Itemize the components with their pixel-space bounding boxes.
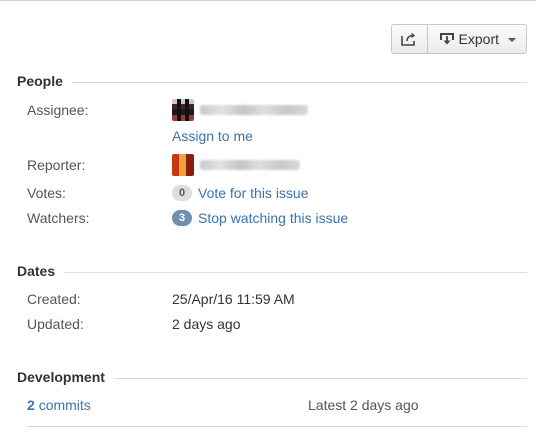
- development-rows: 2 commits Latest 2 days ago: [17, 395, 527, 419]
- votes-row: Votes: 0 Vote for this issue: [27, 183, 527, 203]
- assignee-name[interactable]: [200, 105, 308, 115]
- section-title-dates: Dates: [17, 263, 56, 279]
- votes-count-badge: 0: [172, 185, 192, 201]
- votes-label: Votes:: [27, 185, 66, 201]
- commits-count: 2: [27, 397, 35, 413]
- created-row: Created: 25/Apr/16 11:59 AM: [27, 289, 527, 309]
- divider: [27, 426, 527, 427]
- assignee-label: Assignee:: [27, 102, 89, 118]
- toolbar: Export: [390, 24, 527, 54]
- reporter-row: Reporter:: [27, 154, 527, 176]
- export-label: Export: [458, 31, 499, 47]
- stop-watching-link[interactable]: Stop watching this issue: [198, 210, 348, 226]
- development-section: Development: [17, 368, 527, 386]
- dates-rows: Created: 25/Apr/16 11:59 AM Updated: 2 d…: [17, 289, 527, 349]
- divider: [64, 271, 527, 273]
- commits-latest: Latest 2 days ago: [308, 397, 419, 413]
- people-section: People: [17, 72, 527, 90]
- section-title-people: People: [17, 73, 63, 89]
- assign-to-me-row: Assign to me: [27, 126, 527, 146]
- avatar[interactable]: [172, 99, 194, 121]
- assignee-row: Assignee:: [27, 99, 527, 121]
- issue-sidebar: Export People Assignee: Assign to me Rep…: [0, 0, 536, 439]
- divider: [113, 377, 527, 379]
- watchers-row: Watchers: 3 Stop watching this issue: [27, 208, 527, 228]
- watchers-label: Watchers:: [27, 210, 90, 226]
- assign-to-me-link[interactable]: Assign to me: [172, 128, 253, 144]
- commits-row: 2 commits Latest 2 days ago: [27, 395, 527, 415]
- export-icon: [439, 33, 454, 45]
- share-icon: [401, 32, 416, 46]
- watchers-count-badge: 3: [172, 210, 192, 226]
- share-button[interactable]: [392, 25, 428, 53]
- created-label: Created:: [27, 291, 81, 307]
- vote-link[interactable]: Vote for this issue: [198, 185, 309, 201]
- commits-label: commits: [38, 397, 91, 413]
- section-title-development: Development: [17, 369, 105, 385]
- avatar[interactable]: [172, 154, 194, 176]
- export-button[interactable]: Export: [428, 25, 526, 53]
- dates-section: Dates: [17, 262, 527, 280]
- reporter-label: Reporter:: [27, 157, 86, 173]
- updated-row: Updated: 2 days ago: [27, 314, 527, 334]
- commits-link[interactable]: 2 commits: [27, 397, 91, 413]
- chevron-down-icon: [508, 37, 516, 42]
- divider: [71, 81, 527, 83]
- created-value: 25/Apr/16 11:59 AM: [172, 291, 295, 307]
- updated-value: 2 days ago: [172, 316, 241, 332]
- updated-label: Updated:: [27, 316, 84, 332]
- reporter-name[interactable]: [200, 160, 300, 170]
